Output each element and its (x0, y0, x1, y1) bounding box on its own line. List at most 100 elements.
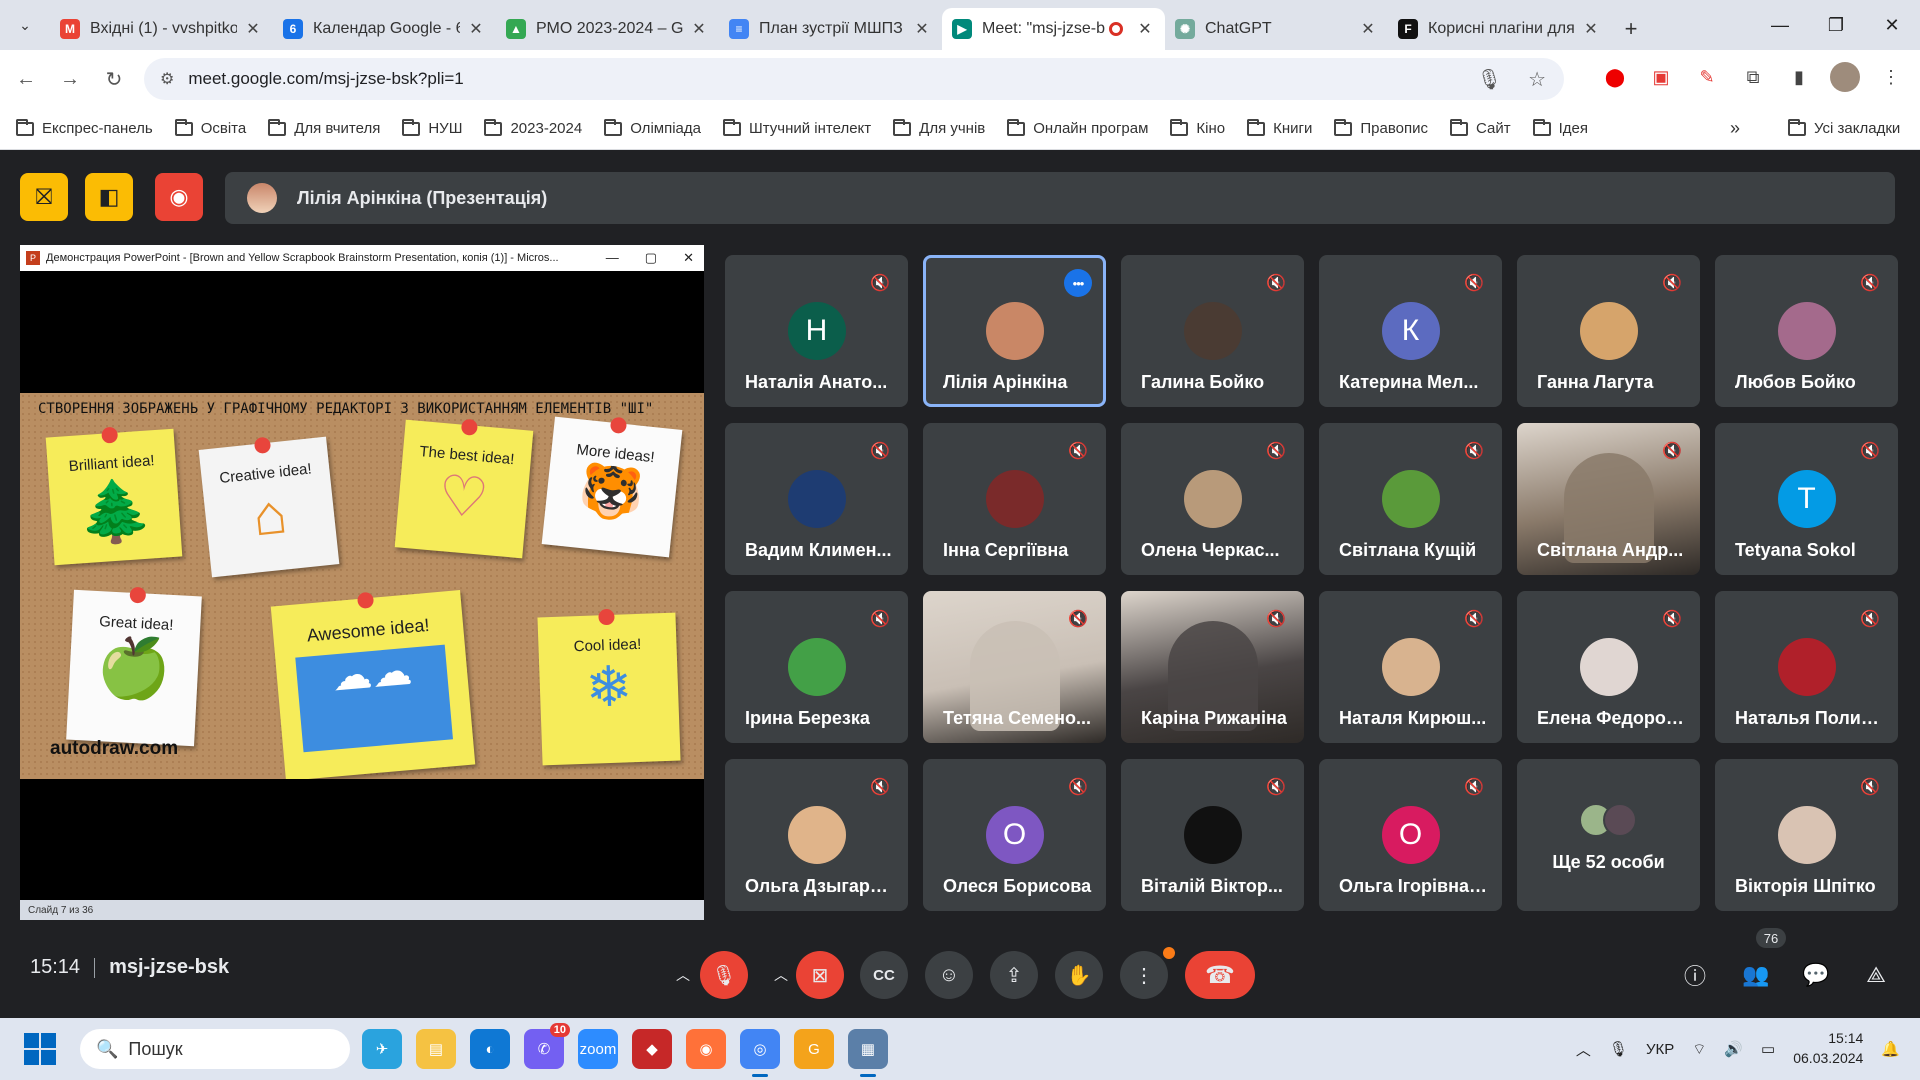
viber-icon[interactable]: ✆ 10 (524, 1023, 570, 1069)
minimize-icon[interactable]: — (1752, 0, 1808, 50)
opera-extension-icon[interactable]: ⬤ (1600, 62, 1630, 92)
participant-tile[interactable]: 🔇 Тетяна Семено... (923, 591, 1106, 743)
participant-tile[interactable]: T 🔇 Tetyana Sokol (1715, 423, 1898, 575)
browser-tab[interactable]: ▲ РМО 2023-2024 – Gc ✕ (496, 8, 719, 50)
participant-tile[interactable]: 🔇 Вадим Климен... (725, 423, 908, 575)
more-options-button[interactable]: ⋮ (1120, 951, 1168, 999)
pen-extension-icon[interactable]: ✎ (1692, 62, 1722, 92)
chat-icon[interactable]: 💬 (1796, 955, 1836, 995)
participant-tile[interactable]: 🔇 Наталя Кирюш... (1319, 591, 1502, 743)
bookmarks-overflow-icon[interactable]: » (1730, 118, 1740, 139)
participant-tile[interactable]: 🔇 Інна Сергіївна (923, 423, 1106, 575)
bookmark-folder[interactable]: Сайт (1450, 118, 1511, 137)
participant-tile[interactable]: 🔇 Елена Федорова (1517, 591, 1700, 743)
presentation-screen[interactable]: P Демонстрация PowerPoint - [Brown and Y… (20, 245, 704, 920)
windows-start-icon[interactable] (24, 1033, 56, 1065)
bookmark-folder[interactable]: Ідея (1532, 118, 1588, 137)
chrome-icon[interactable]: ◎ (740, 1029, 780, 1077)
participant-tile[interactable]: 🔇 Ірина Березка (725, 591, 908, 743)
participant-tile[interactable]: О 🔇 Олеся Борисова (923, 759, 1106, 911)
extensions-puzzle-icon[interactable]: ⧉ (1738, 62, 1768, 92)
more-participants-tile[interactable]: Ще 52 особи (1517, 759, 1700, 911)
back-icon[interactable]: ← (8, 61, 44, 97)
no-camera-icon[interactable]: ⛝ (20, 173, 68, 221)
bookmark-folder[interactable]: Освіта (174, 118, 246, 137)
wifi-icon[interactable]: ⌔ (1692, 1040, 1706, 1059)
meeting-details-icon[interactable]: ⓘ (1675, 955, 1715, 995)
volume-icon[interactable]: 🔊 (1724, 1040, 1743, 1058)
bookmark-folder[interactable]: Штучний інтелект (722, 118, 871, 137)
bookmark-folder[interactable]: Для учнів (893, 118, 985, 137)
participant-tile[interactable]: 🔇 Наталья Полис... (1715, 591, 1898, 743)
reactions-button[interactable]: ☺ (925, 951, 973, 999)
url-text[interactable]: meet.google.com/msj-jzse-bsk?pli=1 (188, 69, 463, 89)
bookmark-folder[interactable]: Кіно (1170, 118, 1225, 137)
browser-menu-icon[interactable]: ⋮ (1876, 62, 1906, 92)
edge-icon[interactable]: ◐ (470, 1029, 510, 1069)
close-tab-icon[interactable]: ✕ (1135, 19, 1155, 39)
profile-avatar[interactable] (1830, 62, 1860, 92)
language-indicator[interactable]: УКР (1646, 1041, 1674, 1058)
restore-icon[interactable]: ❐ (1808, 0, 1864, 50)
bookmark-folder[interactable]: Олімпіада (604, 118, 701, 137)
participant-tile[interactable]: 🔇 Любов Бойко (1715, 255, 1898, 407)
close-tab-icon[interactable]: ✕ (1358, 19, 1378, 39)
tray-mic-icon[interactable]: 🎙 (1609, 1040, 1628, 1058)
browser-tab[interactable]: M Вхідні (1) - vvshpitko ✕ (50, 8, 273, 50)
bookmark-folder[interactable]: Експрес-панель (16, 118, 153, 137)
participant-tile[interactable]: 🔇 Світлана Андр... (1517, 423, 1700, 575)
layout-icon[interactable]: ◧ (85, 173, 133, 221)
browser-tab[interactable]: ▶ Meet: "msj-jzse-b ✕ (942, 8, 1165, 50)
new-tab-button[interactable]: + (1611, 8, 1651, 50)
close-window-icon[interactable]: ✕ (1864, 0, 1920, 50)
participant-tile[interactable]: О 🔇 Ольга Ігорівна ... (1319, 759, 1502, 911)
bookmark-folder[interactable]: Онлайн програм (1007, 118, 1148, 137)
address-bar[interactable]: ⚙ meet.google.com/msj-jzse-bsk?pli=1 🎙 ☆ (144, 58, 1564, 100)
people-icon[interactable]: 👥 (1736, 955, 1776, 995)
participant-tile[interactable]: 🔇 Ольга Дзыгарс... (725, 759, 908, 911)
bookmark-star-icon[interactable]: ☆ (1528, 67, 1546, 92)
close-tab-icon[interactable]: ✕ (689, 19, 709, 39)
camera-off-button[interactable]: ⊠ (796, 951, 844, 999)
all-bookmarks[interactable]: Усі закладки (1788, 118, 1900, 137)
zoom-icon[interactable]: zoom (578, 1029, 618, 1069)
battery-icon[interactable]: ▭ (1761, 1040, 1775, 1058)
close-tab-icon[interactable]: ✕ (243, 19, 263, 39)
tray-chevron-icon[interactable]: ︿ (1576, 1039, 1591, 1060)
forward-icon[interactable]: → (52, 61, 88, 97)
presentation-app-icon[interactable]: ▦ (848, 1029, 888, 1077)
telegram-icon[interactable]: ✈ (362, 1029, 402, 1069)
captions-button[interactable]: CC (860, 951, 908, 999)
leave-call-button[interactable]: ☎ (1185, 951, 1255, 999)
pdf-icon[interactable]: G (794, 1029, 834, 1069)
presenter-bar[interactable]: Лілія Арінкіна (Презентація) (225, 172, 1895, 224)
participant-tile[interactable]: 🔇 Каріна Рижаніна (1121, 591, 1304, 743)
participant-tile[interactable]: 🔇 Ганна Лагута (1517, 255, 1700, 407)
microphone-icon[interactable]: 🎙 (1477, 67, 1502, 92)
close-tab-icon[interactable]: ✕ (912, 19, 932, 39)
activities-icon[interactable]: ⟁ (1856, 955, 1896, 995)
firefox-icon[interactable]: ◉ (686, 1029, 726, 1069)
participant-tile[interactable]: 🔇 Віталій Віктор... (1121, 759, 1304, 911)
audio-options-chevron-icon[interactable]: ︿ (670, 951, 696, 999)
close-tab-icon[interactable]: ✕ (466, 19, 486, 39)
clock-date[interactable]: 15:14 06.03.2024 (1793, 1029, 1863, 1068)
bookmark-folder[interactable]: Правопис (1334, 118, 1428, 137)
tab-search-chevron-icon[interactable]: ⌄ (0, 0, 50, 50)
bookmark-folder[interactable]: НУШ (402, 118, 462, 137)
bookmark-folder[interactable]: Книги (1247, 118, 1312, 137)
side-panel-icon[interactable]: ▮ (1784, 62, 1814, 92)
browser-tab[interactable]: 6 Календар Google - 6 ✕ (273, 8, 496, 50)
taskbar-search[interactable]: 🔍 Пошук (80, 1029, 350, 1069)
close-tab-icon[interactable]: ✕ (1581, 19, 1601, 39)
bookmark-folder[interactable]: Для вчителя (268, 118, 380, 137)
raise-hand-button[interactable]: ✋ (1055, 951, 1103, 999)
site-info-icon[interactable]: ⚙ (160, 69, 174, 89)
participant-tile[interactable]: 🔇 Вікторія Шпітко (1715, 759, 1898, 911)
participant-tile[interactable]: 🔇 Олена Черкас... (1121, 423, 1304, 575)
participant-tile[interactable]: 🔇 Галина Бойко (1121, 255, 1304, 407)
notifications-bell-icon[interactable]: 🔔 (1881, 1040, 1900, 1058)
participant-tile[interactable]: 🔇 Світлана Кущій (1319, 423, 1502, 575)
recording-icon[interactable]: ◉ (155, 173, 203, 221)
mic-off-button[interactable]: 🎙 (700, 951, 748, 999)
